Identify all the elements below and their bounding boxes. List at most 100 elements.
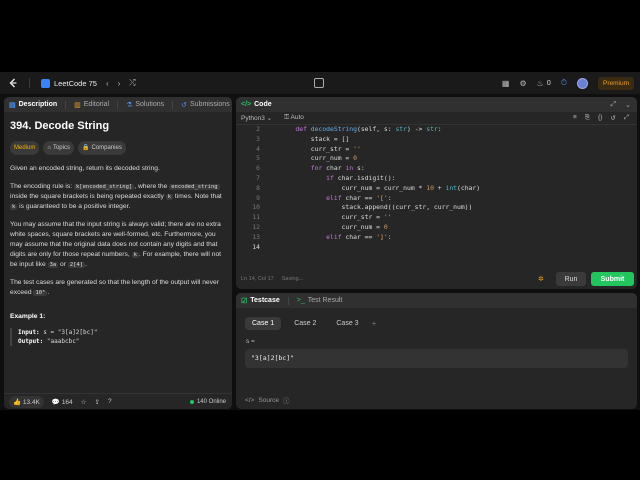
problem-list-button[interactable]: LeetCode 75 (41, 78, 97, 88)
braces-icon[interactable]: {} (598, 114, 602, 122)
notes-icon[interactable] (314, 78, 324, 88)
source-toggle[interactable]: </> Source ⓘ (245, 395, 290, 406)
like-button[interactable]: 👍 13.4K (9, 395, 44, 408)
bookmark-icon[interactable]: ⎘ (585, 114, 590, 122)
code-line: 4 curr_str = '' (236, 145, 637, 155)
fire-icon[interactable]: ♨ (537, 79, 544, 88)
tab-test-result[interactable]: >_ Test Result (297, 297, 343, 304)
case-tab-3[interactable]: Case 3 (329, 317, 365, 330)
code-line: 5 curr_num = 0 (236, 154, 637, 164)
case-tab-2[interactable]: Case 2 (287, 317, 323, 330)
example-title: Example 1: (10, 313, 46, 320)
line-number: 12 (252, 222, 260, 231)
input-label: Input: (18, 329, 40, 336)
description-paragraph: The test cases are generated so that the… (10, 278, 226, 298)
code-line: 11 curr_str = '' (236, 213, 637, 223)
leetcode-logo-icon[interactable] (7, 78, 18, 89)
tab-submissions[interactable]: ↺ Submissions (181, 101, 230, 109)
fullscreen-icon[interactable]: ⤢ (624, 114, 629, 122)
lock-icon: ⚿ (284, 114, 290, 121)
tab-label: Description (18, 101, 58, 108)
source-icon: </> (245, 396, 255, 404)
next-problem-icon[interactable]: › (118, 79, 121, 88)
tab-description[interactable]: ▤ Description (9, 101, 57, 109)
tab-label: Testcase (250, 297, 280, 304)
shuffle-icon[interactable]: ⤮ (129, 78, 135, 88)
inline-code: 2[4] (67, 262, 86, 268)
code-line: 9 elif char == '[': (236, 194, 637, 204)
inline-code: k (131, 252, 139, 258)
prev-problem-icon[interactable]: ‹ (106, 79, 109, 88)
description-paragraph: The encoding rule is: k[encoded_string],… (10, 182, 226, 212)
variable-label: s = (246, 338, 255, 345)
case-tab-1[interactable]: Case 1 (245, 317, 282, 330)
reset-icon[interactable]: ↺ (610, 114, 615, 122)
streak-count: 0 (546, 79, 551, 87)
language-select[interactable]: Python3 ⌄ (241, 114, 272, 122)
saving-status: Saving... (281, 276, 304, 282)
format-icon[interactable]: ≡ (573, 114, 577, 122)
companies-button[interactable]: 🔒 Companies (77, 141, 126, 155)
share-icon[interactable]: ⇪ (95, 398, 100, 406)
expand-icon[interactable]: ⤢ (611, 101, 617, 109)
line-number: 5 (256, 154, 260, 163)
comment-icon: 💬 (51, 398, 60, 406)
cursor-position: Ln 14, Col 17 (241, 276, 274, 282)
code-line: 8 curr_num = curr_num * 10 + int(char) (236, 184, 637, 194)
premium-button[interactable]: Premium (597, 76, 634, 90)
topics-button[interactable]: ⌂ Topics (43, 141, 74, 155)
online-label: 140 Online (196, 398, 226, 405)
description-panel: ▤ Description ▥ Editorial ⚗ Solutions ↺ … (4, 97, 232, 409)
code-icon: </> (241, 101, 252, 108)
code-toolbar: Python3 ⌄ ⚿ Auto ≡ ⎘ {} ↺ ⤢ (236, 112, 637, 125)
auto-toggle[interactable]: ⚿ Auto (284, 114, 304, 122)
line-number: 9 (256, 193, 260, 202)
difficulty-badge: Medium (10, 141, 40, 155)
testcase-input[interactable]: "3[a]2[bc]" (245, 349, 628, 368)
separator (65, 100, 67, 109)
help-icon[interactable]: ? (108, 398, 112, 405)
layout-icon[interactable]: ▦ (502, 79, 510, 88)
star-icon[interactable]: ☆ (81, 398, 87, 406)
collapse-icon[interactable]: ⌄ (625, 101, 631, 109)
code-line: 6 for char in s: (236, 164, 637, 174)
submit-button[interactable]: Submit (591, 272, 634, 286)
document-icon: ▤ (9, 101, 16, 109)
text: , where the (134, 183, 170, 190)
tab-solutions[interactable]: ⚗ Solutions (126, 101, 164, 109)
separator (287, 296, 289, 305)
history-icon: ↺ (181, 101, 188, 109)
topics-label: Topics (52, 145, 70, 151)
checkbox-icon: ☑ (241, 297, 248, 305)
avatar[interactable] (576, 77, 588, 89)
problem-title[interactable]: 394. Decode String (10, 120, 226, 133)
code-line: 14 (236, 243, 637, 253)
tab-testcase[interactable]: ☑ Testcase (241, 297, 280, 305)
comments-button[interactable]: 💬 164 (52, 398, 73, 406)
top-bar: LeetCode 75 ‹ › ⤮ ▦ ⚙ ♨ 0 ⏱ Premium (0, 72, 640, 94)
description-paragraph: You may assume that the input string is … (10, 220, 226, 270)
info-icon: ⓘ (283, 398, 290, 405)
flask-icon: ⚗ (126, 101, 133, 109)
source-label: Source (258, 396, 280, 404)
description-footer: 👍 13.4K 💬 164 ☆ ⇪ ? 140 Online (4, 393, 232, 409)
example-output: Output: "aaabcbc" (18, 337, 226, 346)
tab-label: Test Result (307, 297, 343, 304)
lock-icon: 🔒 (81, 145, 90, 151)
tab-editorial[interactable]: ▥ Editorial (74, 101, 109, 109)
add-case-icon[interactable]: + (372, 319, 377, 328)
text: . (85, 261, 87, 268)
testcase-tabbar: ☑ Testcase >_ Test Result (236, 293, 637, 308)
code-panel: </> Code ⤢ ⌄ Python3 ⌄ ⚿ Auto ≡ ⎘ {} ↺ ⤢… (236, 97, 637, 289)
auto-label: Auto (290, 114, 304, 121)
debug-icon[interactable]: ✲ (538, 275, 544, 283)
tab-label: Submissions (190, 101, 230, 108)
timer-icon[interactable]: ⏱ (561, 78, 567, 88)
tab-code[interactable]: </> Code (241, 101, 272, 108)
thumbs-up-icon: 👍 (13, 398, 22, 406)
run-button[interactable]: Run (556, 272, 586, 286)
problem-list-title: LeetCode 75 (54, 78, 97, 88)
code-editor[interactable]: 2 def decodeString(self, s: str) -> str:… (236, 125, 637, 255)
settings-icon[interactable]: ⚙ (519, 79, 526, 88)
code-line: 10 stack.append((curr_str, curr_num)) (236, 203, 637, 213)
